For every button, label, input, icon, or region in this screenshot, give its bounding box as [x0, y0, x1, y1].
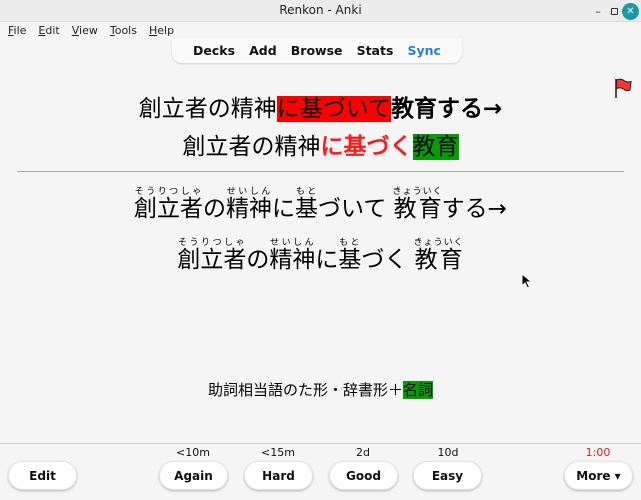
front-line-2-highlight-green: 教育: [412, 134, 459, 160]
window-title: Renkon - Anki: [279, 3, 362, 17]
ruby-base: 精神: [226, 196, 273, 222]
hard-button[interactable]: Hard: [244, 461, 313, 490]
nav-stats[interactable]: Stats: [357, 43, 394, 58]
ruby-word: 精神せいしん: [226, 187, 273, 222]
close-icon: ✕: [626, 6, 635, 17]
ruby-base: 教育: [392, 196, 443, 222]
nav-add[interactable]: Add: [249, 43, 277, 58]
menu-help-label: elp: [157, 24, 175, 37]
more-button[interactable]: More ▾: [564, 461, 633, 490]
answer-divider: [17, 171, 624, 172]
ruby-word: 創立者そうりつしゃ: [177, 238, 247, 273]
menu-edit[interactable]: Edit: [38, 22, 59, 39]
ruby-word: 精神せいしん: [269, 238, 316, 273]
menu-tools[interactable]: Tools: [110, 22, 137, 39]
ruby-reading: そうりつしゃ: [134, 187, 204, 197]
ruby-word: 創立者そうりつしゃ: [134, 187, 204, 222]
front-line-2: 創立者の精神に基づく教育: [0, 127, 641, 161]
ruby-reading: せいしん: [269, 238, 316, 248]
maximize-button[interactable]: [605, 2, 623, 20]
ruby-base: 基: [295, 196, 319, 222]
front-line-2-plain: 創立者の精神: [182, 134, 321, 160]
front-line-1-bold: 教育する→: [391, 96, 503, 122]
edit-button[interactable]: Edit: [8, 461, 77, 490]
reading-line-1: 創立者そうりつしゃの精神せいしんに基もとづいて 教育きょういくする→: [0, 187, 641, 223]
ruby-base: 創立者: [134, 196, 204, 222]
menu-help[interactable]: Help: [149, 22, 174, 39]
ruby-base: 教育: [413, 247, 464, 273]
ruby-reading: きょういく: [392, 187, 443, 197]
ruby-reading: もと: [295, 187, 319, 197]
ruby-reading: もと: [338, 238, 362, 248]
menu-view-mnemonic: V: [71, 24, 80, 37]
ruby-word: 教育きょういく: [413, 238, 464, 273]
ruby-reading: せいしん: [226, 187, 273, 197]
front-line-1-highlight-red: に基づいて: [276, 96, 392, 122]
again-interval: <10m: [176, 446, 210, 459]
grammar-note: 助詞相当語のた形・辞書形＋名詞: [0, 379, 641, 400]
good-interval: 2d: [356, 446, 370, 459]
reading-text: する→: [441, 196, 507, 222]
maximize-icon: [610, 7, 618, 15]
menu-bar: File Edit View Tools Help: [0, 22, 641, 39]
reading-text: づく: [361, 247, 408, 273]
menu-view-label: iew: [79, 24, 98, 37]
reading-text: づいて: [318, 196, 387, 222]
ruby-reading: そうりつしゃ: [177, 238, 247, 248]
title-bar: Renkon - Anki – ✕: [0, 0, 641, 22]
menu-help-mnemonic: H: [148, 24, 158, 37]
answer-bar: Edit <10m Again <15m Hard 2d Good 10d Ea…: [0, 443, 641, 500]
menu-tools-label: ools: [114, 24, 137, 37]
close-button[interactable]: ✕: [622, 3, 639, 20]
ruby-word: 基もと: [295, 187, 319, 222]
mouse-cursor-icon: [521, 273, 533, 289]
ruby-base: 基: [338, 247, 362, 273]
easy-button[interactable]: Easy: [413, 461, 482, 490]
good-button[interactable]: Good: [329, 461, 398, 490]
menu-file[interactable]: File: [8, 22, 26, 39]
reading-text: の: [246, 247, 270, 273]
grammar-note-plain: 助詞相当語のた形・辞書形＋: [207, 381, 403, 399]
front-line-1: 創立者の精神に基づいて教育する→: [0, 89, 641, 123]
ruby-base: 創立者: [177, 247, 247, 273]
reading-text: に: [272, 196, 296, 222]
easy-interval: 10d: [437, 446, 459, 459]
reading-text: に: [315, 247, 339, 273]
reading-line-2: 創立者そうりつしゃの精神せいしんに基もとづく 教育きょういく: [0, 238, 641, 274]
nav-decks[interactable]: Decks: [193, 43, 235, 58]
menu-file-label: ile: [13, 24, 27, 37]
again-button[interactable]: Again: [159, 461, 228, 490]
ruby-word: 教育きょういく: [392, 187, 443, 222]
grammar-note-highlight: 名詞: [403, 381, 434, 399]
minimize-icon: –: [595, 4, 601, 18]
card-content: 創立者の精神に基づいて教育する→ 創立者の精神に基づく教育 創立者そうりつしゃの…: [0, 63, 641, 438]
review-timer: 1:00: [585, 446, 611, 459]
menu-edit-label: dit: [45, 24, 60, 37]
front-line-2-red-bold: に基づく: [320, 134, 413, 160]
top-navigation: Decks Add Browse Stats Sync: [172, 38, 462, 63]
nav-browse[interactable]: Browse: [291, 43, 343, 58]
ruby-base: 精神: [269, 247, 316, 273]
hard-interval: <15m: [261, 446, 295, 459]
front-line-1-plain: 創立者の精神: [138, 96, 277, 122]
ruby-reading: きょういく: [413, 238, 464, 248]
nav-sync[interactable]: Sync: [407, 43, 440, 58]
reading-text: の: [203, 196, 227, 222]
menu-view[interactable]: View: [72, 22, 98, 39]
ruby-word: 基もと: [338, 238, 362, 273]
